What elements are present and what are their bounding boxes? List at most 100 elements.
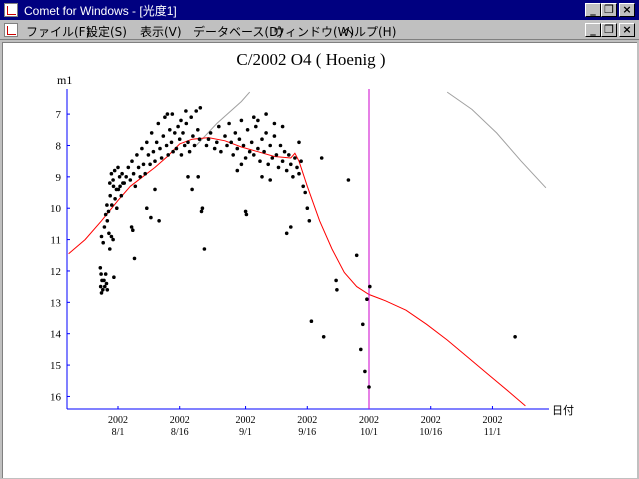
observation-point [110,203,114,207]
y-tick-label: 11 [50,235,61,247]
app-icon[interactable] [4,3,18,17]
observation-point [115,206,119,210]
observation-point [171,149,175,154]
observation-point [359,347,363,352]
observation-point [192,143,197,148]
close-button[interactable]: × [619,3,635,17]
observation-point [229,140,233,145]
observation-point [274,153,279,157]
observation-point [264,112,268,116]
observation-point [284,168,289,173]
observation-point [108,193,112,198]
observation-point [151,149,156,154]
menu-file[interactable]: ファイル(F) [26,23,90,40]
observation-point [301,184,306,189]
observation-point [254,124,258,129]
menu-view[interactable]: 表示(V) [140,23,182,40]
observation-point [303,190,308,195]
observation-point [120,171,124,176]
observation-point [256,146,260,151]
observation-point [109,234,114,239]
observation-point [182,143,187,148]
doc-minimize-button[interactable]: _ [585,23,601,37]
observation-point [126,165,131,170]
x-tick-label-year: 2002 [421,415,441,426]
observation-point [196,128,200,132]
observation-point [176,124,180,129]
observation-point [252,153,256,157]
y-tick-label: 7 [56,109,62,121]
observation-point [141,162,146,167]
menu-help[interactable]: ヘルプ(H) [342,23,396,40]
doc-restore-button[interactable]: ❐ [601,23,617,37]
observation-point [217,124,221,129]
observation-point [215,140,219,145]
observation-point [293,156,297,160]
secondary-curve [446,91,547,189]
y-tick-label: 9 [56,172,62,184]
observation-point [111,184,116,189]
observation-point [112,275,116,279]
minimize-button[interactable]: _ [585,3,601,17]
menu-database[interactable]: データベース(D) [193,23,283,40]
observation-point [174,146,179,151]
x-tick-label-date: 9/1 [239,427,252,438]
y-tick-label: 16 [50,391,62,403]
observation-point [179,153,184,157]
document-icon[interactable] [4,23,18,37]
observation-point [225,143,229,148]
observation-point [145,206,149,210]
observation-point [131,228,135,232]
observation-point [208,131,213,135]
observation-point [256,118,260,123]
y-tick-label: 13 [50,297,62,309]
doc-close-button[interactable]: × [619,23,635,37]
menu-settings[interactable]: 設定(S) [86,23,127,40]
observation-point [198,106,203,110]
y-axis-label: m1 [57,73,72,87]
observation-point [284,231,289,236]
observation-point [260,137,264,141]
observation-point [289,225,293,229]
observation-point [173,131,177,135]
observation-point [204,143,209,148]
observation-point [149,215,153,220]
observation-point [187,149,192,154]
observation-point [140,146,144,151]
observation-point [297,140,301,145]
observation-point [297,171,301,176]
observation-point [227,121,231,126]
observation-point [354,253,359,258]
observation-point [138,175,142,179]
observation-point [368,284,372,289]
observation-point [145,140,149,145]
observation-point [153,187,157,192]
observation-point [305,206,310,210]
y-tick-label: 8 [56,140,62,152]
observation-point [184,121,189,126]
observation-point [335,288,339,292]
observation-point [189,115,193,119]
observation-point [266,162,271,167]
observation-point [346,178,351,182]
observation-point [153,159,157,163]
restore-button[interactable]: ❐ [601,3,617,17]
observation-point [243,209,248,214]
observation-point [161,134,166,138]
observation-point [143,171,147,176]
x-tick-label-date: 9/16 [298,427,316,438]
observation-point [321,335,326,339]
observation-point [186,175,190,179]
x-tick-label-year: 2002 [108,415,128,426]
observation-point [157,219,161,223]
x-tick-label-date: 8/16 [171,427,189,438]
observation-point [165,112,170,116]
observation-point [219,149,223,154]
observation-point [291,175,295,179]
observation-point [190,187,194,192]
observation-point [513,335,517,339]
y-tick-label: 14 [50,329,62,341]
observation-point [268,143,273,148]
observation-point [101,240,105,245]
observation-point [99,272,103,276]
